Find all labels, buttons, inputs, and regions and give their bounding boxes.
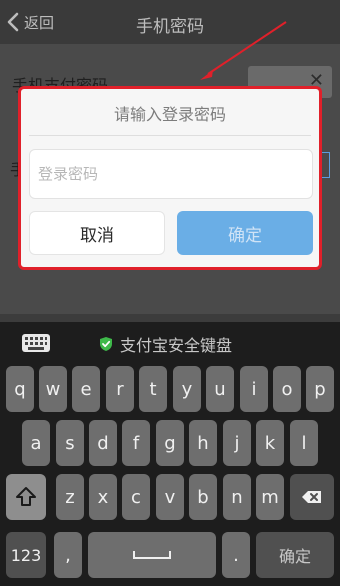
shield-check-icon — [100, 337, 112, 351]
key-p[interactable]: p — [306, 366, 334, 412]
key-r[interactable]: r — [106, 366, 134, 412]
key-b[interactable]: b — [189, 474, 217, 520]
key-i[interactable]: i — [240, 366, 268, 412]
key-j[interactable]: j — [223, 420, 251, 466]
shift-key[interactable] — [6, 474, 46, 520]
dialog-title: 请输入登录密码 — [113, 105, 226, 124]
divider — [29, 135, 311, 136]
key-q[interactable]: q — [6, 366, 34, 412]
key-d[interactable]: d — [89, 420, 117, 466]
login-password-input[interactable] — [29, 149, 313, 199]
space-key[interactable] — [88, 532, 216, 578]
keyboard-title: 支付宝安全键盘 — [98, 332, 232, 356]
comma-key[interactable]: , — [54, 532, 82, 578]
secure-keyboard: 支付宝安全键盘 q w e r t y u i o p a s d f g h … — [0, 322, 340, 586]
key-s[interactable]: s — [56, 420, 84, 466]
cancel-button[interactable]: 取消 — [29, 211, 165, 255]
key-m[interactable]: m — [256, 474, 284, 520]
keyboard-title-label: 支付宝安全键盘 — [120, 336, 233, 355]
shift-icon — [16, 487, 36, 506]
key-w[interactable]: w — [39, 366, 67, 412]
key-o[interactable]: o — [273, 366, 301, 412]
keyboard-header: 支付宝安全键盘 — [0, 322, 340, 362]
keyboard-confirm-key[interactable]: 确定 — [256, 532, 334, 578]
key-y[interactable]: y — [173, 366, 201, 412]
nav-bar: 返回 手机密码 — [0, 0, 340, 44]
password-dialog: 请输入登录密码 取消 确定 — [18, 86, 322, 270]
key-e[interactable]: e — [72, 366, 100, 412]
key-t[interactable]: t — [139, 366, 167, 412]
key-g[interactable]: g — [156, 420, 184, 466]
key-a[interactable]: a — [22, 420, 50, 466]
key-f[interactable]: f — [122, 420, 150, 466]
numbers-key[interactable]: 123 — [6, 532, 46, 578]
key-n[interactable]: n — [223, 474, 251, 520]
confirm-button[interactable]: 确定 — [177, 211, 313, 255]
key-h[interactable]: h — [189, 420, 217, 466]
key-k[interactable]: k — [256, 420, 284, 466]
key-v[interactable]: v — [156, 474, 184, 520]
period-key[interactable]: . — [222, 532, 250, 578]
page-title: 手机密码 — [136, 17, 204, 37]
key-l[interactable]: l — [290, 420, 318, 466]
key-u[interactable]: u — [206, 366, 234, 412]
delete-key[interactable] — [290, 474, 334, 520]
space-icon — [133, 551, 171, 559]
key-z[interactable]: z — [56, 474, 84, 520]
backspace-icon — [302, 491, 321, 503]
keyboard-icon[interactable] — [21, 333, 51, 353]
key-x[interactable]: x — [89, 474, 117, 520]
key-c[interactable]: c — [122, 474, 150, 520]
